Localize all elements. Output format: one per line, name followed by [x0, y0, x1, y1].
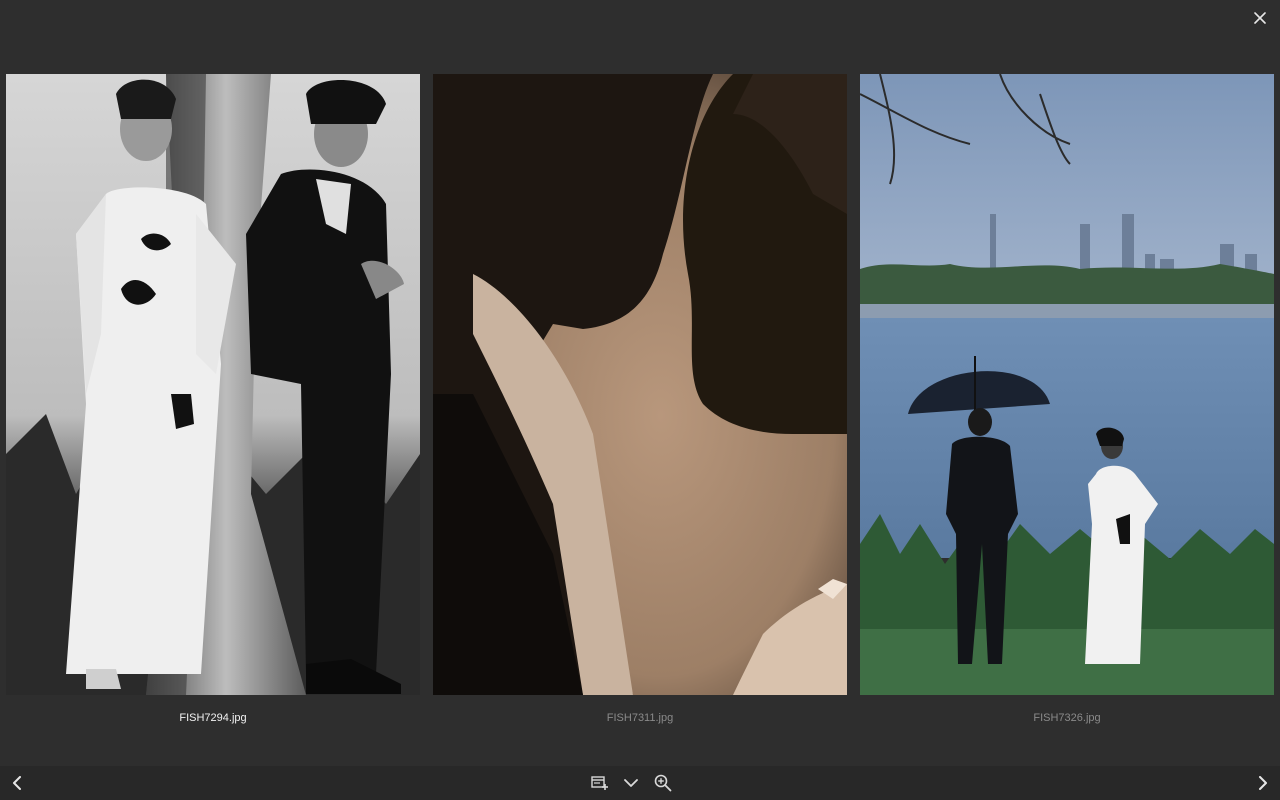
close-button[interactable] — [1248, 6, 1272, 30]
photo-sepia-closeup — [433, 74, 847, 695]
photo-thumbnail-3[interactable] — [860, 74, 1274, 695]
photo-caption-2: FISH7311.jpg — [606, 712, 674, 724]
chevron-down-icon — [624, 778, 638, 787]
photo-bw-couple-tree — [6, 74, 420, 695]
photo-caption-1: FISH7294.jpg — [179, 712, 247, 724]
close-icon — [1254, 12, 1266, 24]
next-button[interactable] — [1251, 771, 1275, 795]
photo-thumbnail-1[interactable] — [6, 74, 420, 695]
image-viewer: FISH7294.jpg FISH7311.jpg FISH7326.jpg — [0, 0, 1280, 800]
photo-lake-umbrella — [860, 74, 1274, 695]
add-to-album-button[interactable] — [588, 771, 612, 795]
chevron-right-icon — [1259, 776, 1267, 790]
add-to-album-icon — [591, 776, 608, 790]
photo-thumbnail-2[interactable] — [433, 74, 847, 695]
previous-button[interactable] — [5, 771, 29, 795]
bottom-toolbar — [0, 766, 1280, 800]
options-dropdown-button[interactable] — [619, 771, 643, 795]
zoom-in-button[interactable] — [651, 771, 675, 795]
zoom-in-icon — [654, 774, 672, 792]
chevron-left-icon — [13, 776, 21, 790]
photo-caption-3: FISH7326.jpg — [1033, 712, 1101, 724]
